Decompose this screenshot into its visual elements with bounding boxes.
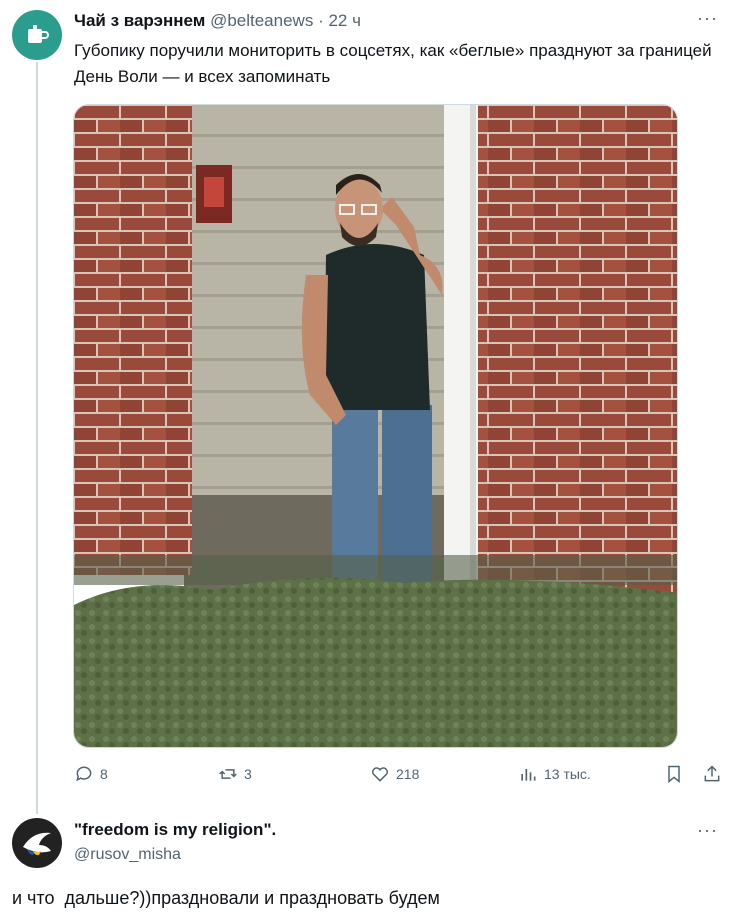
reply-avatar[interactable]: [12, 818, 62, 868]
like-count: 218: [396, 766, 420, 782]
tweet-photo[interactable]: [73, 104, 678, 748]
author-name[interactable]: Чай з варэннем: [74, 11, 205, 30]
dove-icon: [23, 832, 51, 856]
views-button[interactable]: 13 тыс.: [518, 764, 591, 784]
reply-button[interactable]: 8: [74, 764, 108, 784]
photo-image: [74, 105, 677, 747]
share-icon: [704, 765, 720, 782]
thread-line: [36, 62, 38, 814]
reply-icon: [76, 766, 92, 782]
reply-text: и что дальше?))праздновали и праздновать…: [12, 888, 440, 908]
views-icon: [521, 769, 536, 781]
views-count: 13 тыс.: [544, 766, 591, 782]
repost-button[interactable]: 3: [218, 764, 252, 784]
like-button[interactable]: 218: [370, 764, 419, 784]
reply-more-options-button[interactable]: ···: [697, 820, 718, 841]
author-handle[interactable]: @belteanews: [210, 11, 313, 30]
reply-author-handle[interactable]: @rusov_misha: [74, 846, 181, 864]
cup-icon: [28, 25, 49, 43]
share-button[interactable]: [702, 764, 722, 784]
like-icon: [372, 767, 388, 782]
repost-icon: [219, 769, 237, 779]
repost-count: 3: [244, 766, 252, 782]
reply-count: 8: [100, 766, 108, 782]
more-options-button[interactable]: ···: [697, 8, 718, 29]
reply-author-name[interactable]: "freedom is my religion".: [74, 820, 276, 840]
tweet-header: Чай з варэннем @belteanews · 22 ч: [74, 11, 361, 31]
bookmark-icon: [668, 765, 680, 784]
avatar[interactable]: [12, 10, 62, 60]
tweet-text: Губопику поручили мониторить в соцсетях,…: [74, 41, 712, 86]
bookmark-button[interactable]: [664, 764, 684, 784]
tweet-actions: 8 3 218 13 тыс.: [74, 764, 724, 788]
tweet-time[interactable]: · 22 ч: [318, 11, 361, 30]
